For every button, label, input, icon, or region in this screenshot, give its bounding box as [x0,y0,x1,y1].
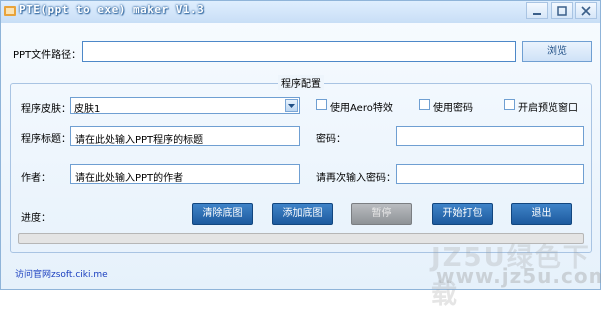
author-label: 作者： [21,173,51,184]
clear-background-button[interactable]: 清除底图 [192,203,253,225]
ppt-path-input[interactable] [82,41,516,62]
author-input[interactable]: 请在此处输入PPT的作者 [70,164,300,184]
program-config-title: 程序配置 [278,75,324,90]
site-link[interactable]: 访问官网zsoft.ciki.me [15,267,108,280]
watermark-url: www.jz5u.com [436,264,601,288]
skin-select[interactable]: 皮肤1 [70,97,300,115]
use-password-label: 使用密码 [433,103,473,114]
chevron-down-icon [288,104,295,108]
window-title: PTE(ppt to exe) maker V1.3 [19,3,205,16]
use-password-checkbox[interactable] [419,99,430,110]
skin-select-value: 皮肤1 [74,104,101,115]
browse-button[interactable]: 浏览 [522,41,592,62]
program-title-label: 程序标题： [21,134,71,145]
preview-window-label: 开启预览窗口 [518,103,578,114]
maximize-icon [557,6,567,16]
maximize-button[interactable] [551,2,573,19]
minimize-button[interactable] [526,2,548,19]
progress-label: 进度： [21,213,51,224]
start-pack-button[interactable]: 开始打包 [432,203,493,225]
title-bar[interactable]: PTE(ppt to exe) maker V1.3 [1,1,600,23]
aero-checkbox[interactable] [316,99,327,110]
pause-button[interactable]: 暂停 [351,203,412,225]
password-label: 密码： [316,134,346,145]
ppt-path-label: PPT文件路径： [13,50,82,61]
close-button[interactable] [575,2,597,19]
main-window: PTE(ppt to exe) maker V1.3 PPT文件路径： 浏览 程… [0,0,601,310]
program-title-input[interactable]: 请在此处输入PPT程序的标题 [70,126,300,146]
skin-label: 程序皮肤： [21,104,71,115]
dropdown-button[interactable] [285,99,298,112]
password-input[interactable] [396,126,584,146]
close-icon [581,6,591,16]
minimize-icon [533,13,541,15]
password-confirm-label: 请再次输入密码： [316,173,396,184]
aero-label: 使用Aero特效 [330,103,393,114]
exit-button[interactable]: 退出 [511,203,572,225]
add-background-button[interactable]: 添加底图 [272,203,333,225]
preview-window-checkbox[interactable] [504,99,515,110]
app-icon [4,6,16,16]
password-confirm-input[interactable] [396,164,584,184]
